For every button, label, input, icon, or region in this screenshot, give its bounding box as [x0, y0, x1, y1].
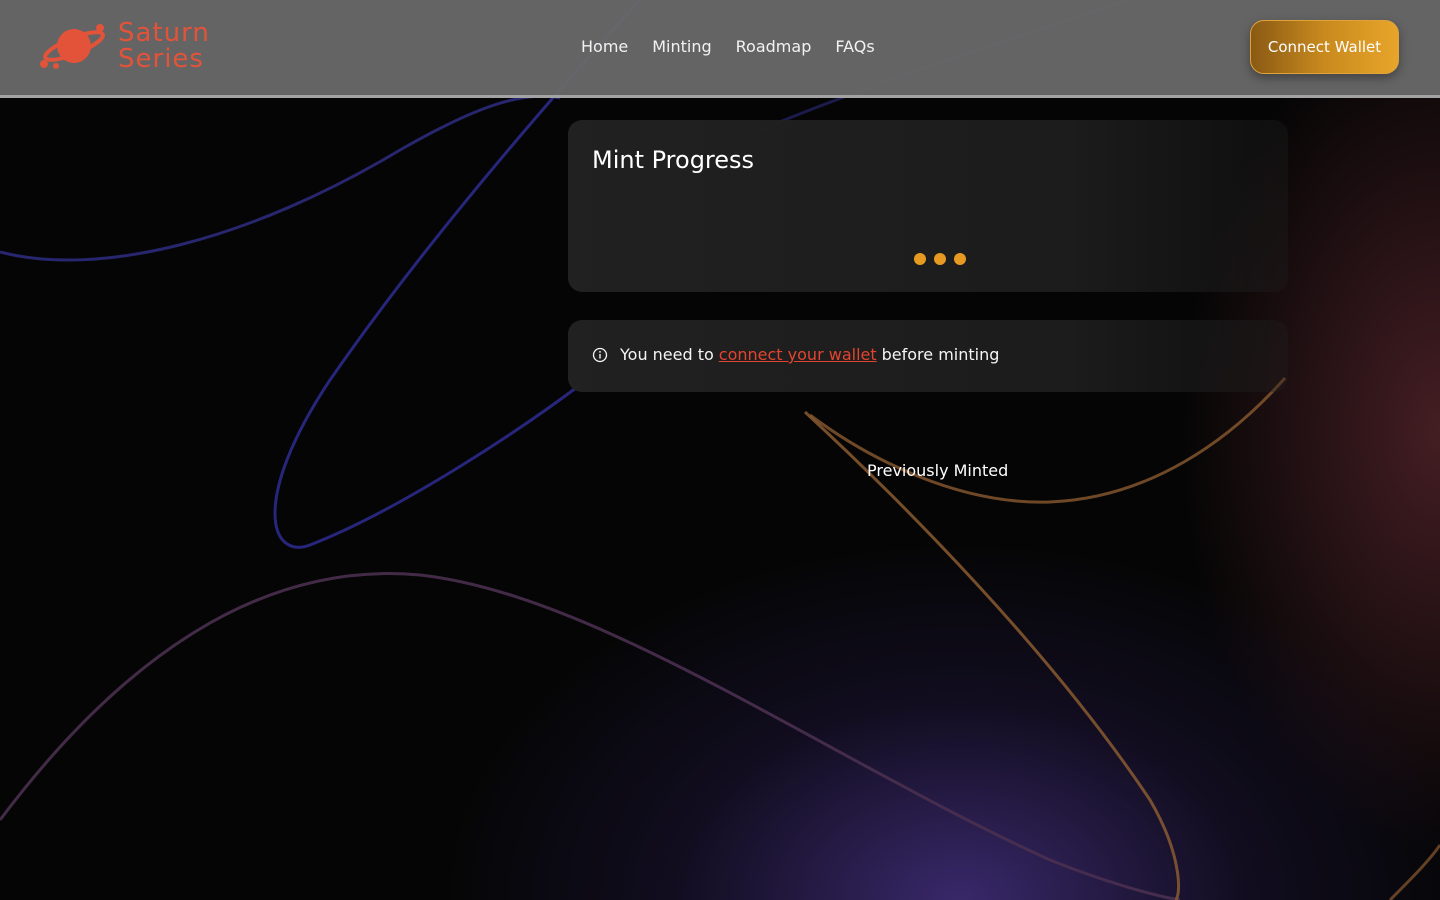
background-line-orange-arc	[809, 377, 1287, 504]
brand-name-line-1: Saturn	[118, 18, 210, 48]
page: Saturn Series Home Minting Roadmap FAQs …	[0, 0, 1440, 900]
loading-dots-icon	[914, 253, 966, 265]
brand-name-line-2: Series	[118, 44, 204, 74]
connect-wallet-link[interactable]: connect your wallet	[719, 345, 877, 364]
background-line-orange-bottom	[1388, 844, 1440, 900]
brand-name: Saturn Series	[118, 20, 210, 72]
main-nav: Home Minting Roadmap FAQs	[581, 37, 875, 57]
mint-progress-title: Mint Progress	[592, 146, 755, 174]
wallet-notice: You need to connect your wallet before m…	[592, 345, 999, 364]
nav-roadmap[interactable]: Roadmap	[736, 37, 812, 57]
background-line-blue-upper	[0, 94, 561, 262]
loading-dot-1	[914, 253, 926, 265]
connect-wallet-button[interactable]: Connect Wallet	[1250, 20, 1399, 74]
wallet-notice-card: You need to connect your wallet before m…	[568, 320, 1288, 392]
previously-minted-heading: Previously Minted	[867, 461, 1009, 480]
background-line-orange-diagonal	[803, 410, 1181, 900]
loading-dot-3	[954, 253, 966, 265]
nav-home[interactable]: Home	[581, 37, 628, 57]
loading-dot-2	[934, 253, 946, 265]
notice-text-after: before minting	[881, 345, 1000, 364]
background-line-brown-lower	[0, 572, 1181, 900]
top-navigation-bar: Saturn Series Home Minting Roadmap FAQs …	[0, 0, 1440, 98]
mint-progress-card: Mint Progress	[568, 120, 1288, 292]
nav-minting[interactable]: Minting	[652, 37, 711, 57]
nav-faqs[interactable]: FAQs	[835, 37, 874, 57]
saturn-planet-icon	[40, 24, 105, 69]
info-circle-icon	[592, 347, 608, 362]
brand-logo-link[interactable]: Saturn Series	[38, 20, 210, 72]
notice-text-before: You need to	[620, 345, 714, 364]
